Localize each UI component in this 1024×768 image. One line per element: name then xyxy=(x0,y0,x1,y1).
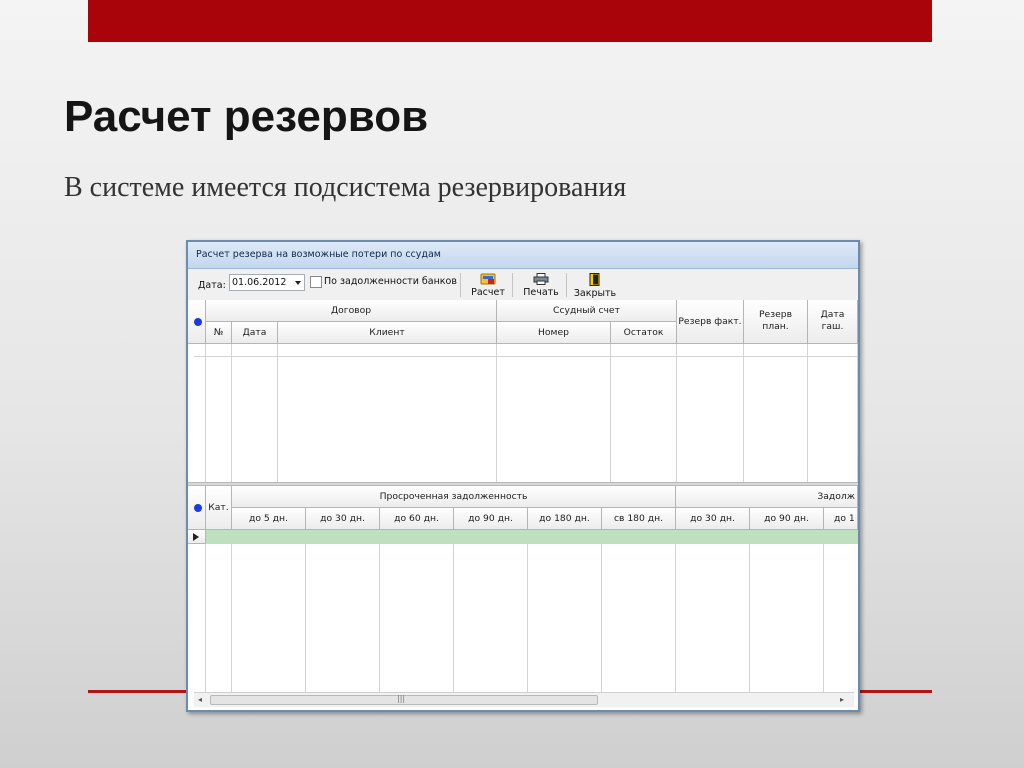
col-divider xyxy=(823,530,824,692)
table-row[interactable] xyxy=(206,530,858,544)
col-divider xyxy=(610,344,611,482)
scroll-right-icon[interactable]: ▸ xyxy=(840,695,844,704)
header-col-num[interactable]: № xyxy=(206,322,232,344)
toolbar-separator xyxy=(566,273,567,297)
grip-icon: ||| xyxy=(397,694,406,703)
bank-debt-checkbox[interactable] xyxy=(310,276,322,288)
header-col-debt-30[interactable]: до 30 дн. xyxy=(676,508,750,530)
col-divider xyxy=(453,530,454,692)
header-col-overdue-30[interactable]: до 30 дн. xyxy=(306,508,380,530)
col-divider xyxy=(277,344,278,482)
slide-bottom-line-left xyxy=(88,690,188,693)
calc-button[interactable]: Расчет xyxy=(466,269,510,301)
col-divider xyxy=(601,530,602,692)
header-col-overdue-180[interactable]: до 180 дн. xyxy=(528,508,602,530)
exit-door-icon xyxy=(589,273,600,286)
calculate-icon xyxy=(480,273,496,285)
date-label: Дата: xyxy=(198,280,226,291)
date-value: 01.06.2012 xyxy=(232,277,287,288)
header-col-reserve-fact[interactable]: Резерв факт. xyxy=(677,300,744,344)
toolbar: Дата: 01.06.2012 По задолженности банков… xyxy=(188,269,858,302)
header-col-overdue-5[interactable]: до 5 дн. xyxy=(232,508,306,530)
header-col-number[interactable]: Номер xyxy=(497,322,611,344)
header-col-debt-1[interactable]: до 1 xyxy=(824,508,858,530)
chevron-down-icon[interactable] xyxy=(295,281,301,285)
header-col-client[interactable]: Клиент xyxy=(278,322,497,344)
col-divider xyxy=(305,530,306,692)
header-col-overdue-60[interactable]: до 60 дн. xyxy=(380,508,454,530)
row-indicator-dot xyxy=(194,504,202,512)
toolbar-separator xyxy=(460,273,461,297)
col-divider xyxy=(379,530,380,692)
header-col-reserve-plan[interactable]: Резерв план. xyxy=(744,300,808,344)
print-button-label: Печать xyxy=(523,287,559,298)
overdue-grid[interactable]: Кат. Просроченная задолженность Задолж д… xyxy=(188,486,858,692)
header-col-debt-90[interactable]: до 90 дн. xyxy=(750,508,824,530)
current-row-marker[interactable] xyxy=(188,530,206,544)
header-group-account: Ссудный счет xyxy=(497,300,677,322)
header-col-overdue-90[interactable]: до 90 дн. xyxy=(454,508,528,530)
col-divider xyxy=(496,344,497,482)
date-picker[interactable]: 01.06.2012 xyxy=(229,274,305,291)
header-col-balance[interactable]: Остаток xyxy=(611,322,677,344)
close-button[interactable]: Закрыть xyxy=(572,269,618,301)
col-divider xyxy=(857,344,858,482)
col-divider xyxy=(205,544,206,692)
scroll-left-icon[interactable]: ◂ xyxy=(198,695,202,704)
col-divider xyxy=(231,344,232,482)
col-divider xyxy=(527,530,528,692)
horizontal-scrollbar[interactable]: ◂ ||| ▸ xyxy=(194,692,854,707)
row-indicator-dot xyxy=(194,318,202,326)
header-group-contract: Договор xyxy=(206,300,497,322)
scrollbar-thumb[interactable]: ||| xyxy=(210,694,598,705)
header-col-pay-date[interactable]: Дата гаш. xyxy=(808,300,858,344)
loans-grid[interactable]: Договор Ссудный счет № Дата Клиент Номер… xyxy=(188,300,858,482)
col-divider xyxy=(205,344,206,482)
header-col-date[interactable]: Дата xyxy=(232,322,278,344)
slide-top-bar xyxy=(88,0,932,42)
col-divider xyxy=(807,344,808,482)
header-col-category[interactable]: Кат. xyxy=(206,486,232,530)
col-divider xyxy=(749,530,750,692)
col-divider xyxy=(676,344,677,482)
slide-title: Расчет резервов xyxy=(64,92,429,141)
printer-icon xyxy=(533,273,549,285)
col-divider xyxy=(675,530,676,692)
slide-bottom-line-right xyxy=(858,690,932,693)
col-divider xyxy=(231,530,232,692)
header-group-overdue: Просроченная задолженность xyxy=(232,486,676,508)
calc-button-label: Расчет xyxy=(471,287,505,298)
toolbar-separator xyxy=(512,273,513,297)
header-group-debt: Задолж xyxy=(676,486,858,508)
close-button-label: Закрыть xyxy=(573,288,617,299)
header-col-overdue-over-180[interactable]: св 180 дн. xyxy=(602,508,676,530)
row-divider xyxy=(194,356,858,357)
bank-debt-checkbox-label: По задолженности банков xyxy=(324,276,457,287)
window-title: Расчет резерва на возможные потери по сс… xyxy=(188,242,858,269)
print-button[interactable]: Печать xyxy=(518,269,564,301)
slide-subtitle: В системе имеется подсистема резервирова… xyxy=(64,172,627,203)
col-divider xyxy=(743,344,744,482)
reserve-calc-window: Расчет резерва на возможные потери по сс… xyxy=(186,240,860,712)
triangle-right-icon xyxy=(193,533,199,541)
